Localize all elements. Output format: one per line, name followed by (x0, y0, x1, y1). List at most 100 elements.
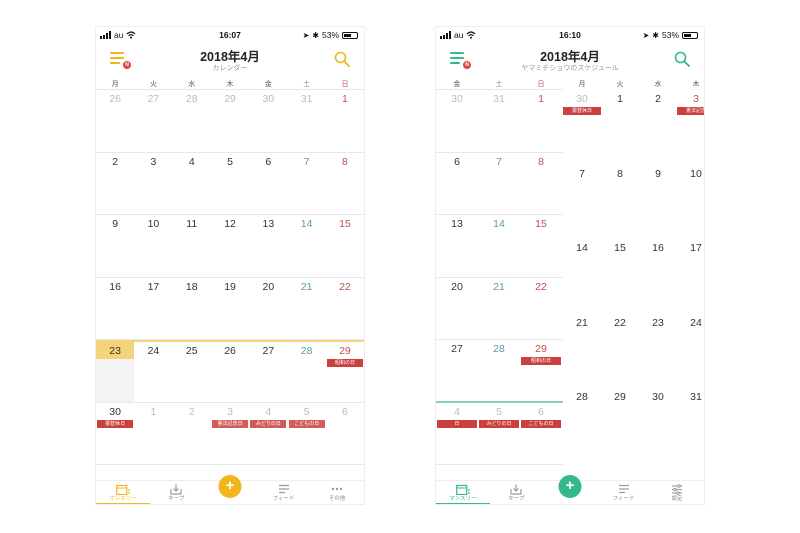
day-number[interactable]: 29 (601, 391, 639, 403)
day-cell[interactable]: 20 (436, 278, 478, 340)
holiday-event[interactable]: 憲法記念日 (211, 419, 249, 428)
day-cell[interactable]: 27 (249, 342, 287, 402)
holiday-event[interactable]: みどりの日 (479, 419, 519, 428)
day-cell[interactable]: 28 (478, 340, 520, 401)
day-cell[interactable]: 31 (288, 90, 326, 152)
day-cell[interactable]: 26 (96, 90, 134, 152)
day-cell[interactable]: 26 (211, 342, 249, 402)
day-cell[interactable]: 19 (211, 278, 249, 340)
day-cell[interactable]: 17 (134, 278, 172, 340)
holiday-event[interactable]: 昭和の日 (521, 357, 561, 365)
day-cell[interactable]: 3 憲法記念日 (211, 403, 249, 465)
day-cell[interactable]: 5 みどりの日 (478, 403, 520, 465)
holiday-event[interactable]: 憲法記念 (677, 107, 704, 115)
day-cell[interactable]: 2 (173, 403, 211, 465)
add-event-button[interactable]: + (218, 475, 242, 498)
day-cell[interactable]: 5 こどもの日 (288, 403, 326, 465)
day-number[interactable]: 3 (677, 93, 704, 105)
day-cell[interactable]: 4 (173, 153, 211, 215)
tab-keep[interactable]: キープ (490, 481, 544, 504)
day-number[interactable]: 1 (601, 93, 639, 105)
day-cell[interactable]: 4 みどりの日 (249, 403, 287, 465)
tab-add[interactable]: + (543, 475, 597, 504)
day-cell[interactable]: 10 (134, 215, 172, 277)
day-cell[interactable]: 8 (520, 153, 562, 215)
day-cell[interactable]: 7 (478, 153, 520, 215)
day-cell[interactable]: 13 (249, 215, 287, 277)
day-number[interactable]: 24 (677, 317, 704, 329)
day-cell[interactable]: 6 (326, 403, 364, 465)
day-number[interactable]: 2 (639, 93, 677, 105)
day-cell[interactable]: 22 (326, 278, 364, 340)
holiday-event[interactable]: 昭和の日 (326, 359, 364, 367)
holiday-event[interactable]: 日 (437, 419, 477, 428)
tab-monthly[interactable]: マンスリー (96, 481, 150, 504)
day-cell[interactable]: 3 (134, 153, 172, 215)
day-number[interactable]: 17 (677, 242, 704, 254)
day-cell[interactable]: 22 (520, 278, 562, 340)
holiday-event[interactable]: こどもの日 (521, 419, 561, 428)
day-number[interactable]: 16 (639, 242, 677, 254)
day-number[interactable]: 7 (563, 168, 601, 180)
tab-feed[interactable]: フィード (257, 481, 311, 504)
add-event-button[interactable]: + (558, 475, 582, 498)
day-cell[interactable]: 6 (249, 153, 287, 215)
day-cell[interactable]: 6 こどもの日 (520, 403, 562, 465)
day-cell[interactable]: 1 (134, 403, 172, 465)
day-cell[interactable]: 21 (288, 278, 326, 340)
day-cell[interactable]: 14 (288, 215, 326, 277)
tab-add[interactable]: + (203, 475, 257, 504)
day-cell[interactable]: 11 (173, 215, 211, 277)
day-cell[interactable]: 12 (211, 215, 249, 277)
day-cell[interactable]: 1 (520, 90, 562, 152)
day-cell[interactable]: 14 (478, 215, 520, 277)
day-cell[interactable]: 15 (520, 215, 562, 277)
day-cell[interactable]: 8 (326, 153, 364, 215)
day-number[interactable]: 23 (639, 317, 677, 329)
day-cell[interactable]: 23 (96, 342, 135, 402)
day-cell[interactable]: 2 (96, 153, 134, 215)
holiday-event[interactable]: 振替休日 (97, 419, 134, 428)
day-cell[interactable]: 29 昭和の日 (520, 340, 562, 401)
tab-settings[interactable]: 設定 (650, 481, 704, 504)
day-cell[interactable]: 6 (436, 153, 478, 215)
day-number[interactable]: 10 (677, 168, 704, 180)
day-number[interactable]: 31 (677, 391, 704, 403)
day-number[interactable]: 30 (639, 391, 677, 403)
search-icon[interactable] (674, 51, 690, 67)
day-number[interactable]: 14 (563, 242, 601, 254)
day-number[interactable]: 28 (563, 391, 601, 403)
day-cell[interactable]: 29 (211, 90, 249, 152)
day-number[interactable]: 22 (601, 317, 639, 329)
day-cell[interactable]: 28 (173, 90, 211, 152)
day-cell[interactable]: 28 (288, 342, 326, 402)
holiday-event[interactable]: こどもの日 (288, 419, 325, 428)
day-cell[interactable]: 25 (173, 342, 211, 402)
day-cell[interactable]: 27 (134, 90, 172, 152)
day-cell[interactable]: 30 (249, 90, 287, 152)
tab-monthly[interactable]: マンスリー (436, 481, 490, 504)
day-cell[interactable]: 1 (326, 90, 364, 152)
tab-feed[interactable]: フィード (597, 481, 651, 504)
tab-keep[interactable]: キープ (150, 481, 204, 504)
day-cell[interactable]: 7 (288, 153, 326, 215)
tab-more[interactable]: その他 (310, 481, 364, 504)
day-cell[interactable]: 18 (173, 278, 211, 340)
day-cell[interactable]: 15 (326, 215, 364, 277)
day-cell[interactable]: 16 (96, 278, 134, 340)
day-cell[interactable]: 27 (436, 340, 478, 401)
day-cell[interactable]: 20 (249, 278, 287, 340)
day-number[interactable]: 9 (639, 168, 677, 180)
day-cell[interactable]: 9 (96, 215, 134, 277)
holiday-event[interactable]: みどりの日 (250, 419, 287, 428)
day-number[interactable]: 21 (563, 317, 601, 329)
day-cell[interactable]: 4日 (436, 403, 478, 465)
day-cell[interactable]: 21 (478, 278, 520, 340)
search-icon[interactable] (334, 51, 350, 67)
day-cell[interactable]: 5 (211, 153, 249, 215)
day-cell[interactable]: 31 (478, 90, 520, 152)
day-cell[interactable]: 30 (436, 90, 478, 152)
day-cell[interactable]: 24 (134, 342, 172, 402)
day-cell[interactable]: 30 振替休日 (96, 403, 134, 465)
day-number[interactable]: 8 (601, 168, 639, 180)
